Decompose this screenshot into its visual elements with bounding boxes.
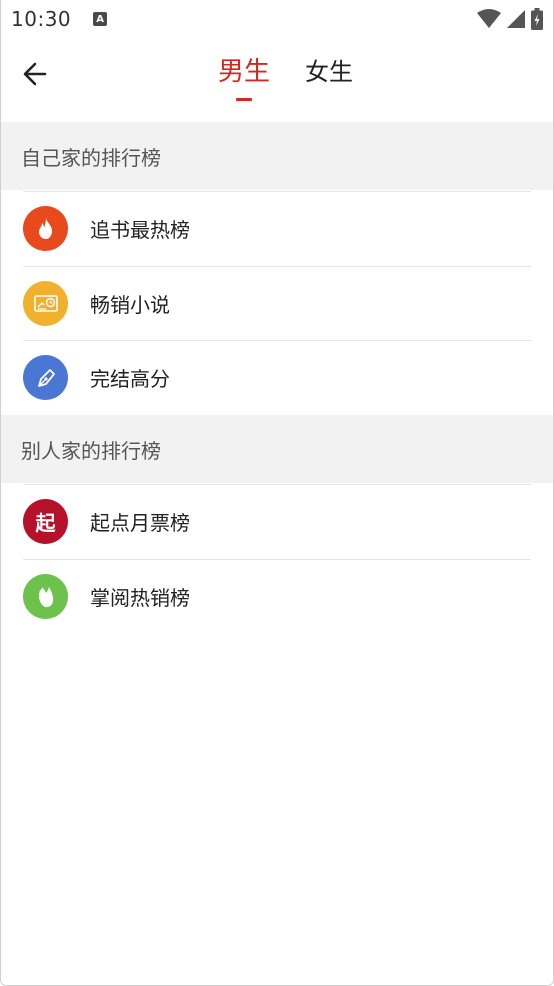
list-item-completed[interactable]: 完结高分 [1,340,553,415]
list-item-bestseller[interactable]: 畅销小说 [1,266,553,341]
sales-chart-icon [23,281,68,326]
divider [23,484,531,485]
list-item-qidian[interactable]: 起 起点月票榜 [1,484,553,559]
tab-male[interactable]: 男生 [218,54,270,90]
notification-badge-icon: A [93,12,108,26]
list-item-label: 完结高分 [90,367,170,391]
status-bar: 10:30 A [1,0,553,38]
divider [23,559,531,560]
leaf-icon [23,574,68,619]
divider [23,191,531,192]
divider [23,340,531,341]
qidian-logo-icon: 起 [23,499,68,544]
list-item-label: 追书最热榜 [90,218,190,242]
list-item-zhangyue[interactable]: 掌阅热销榜 [1,559,553,634]
list-item-label: 畅销小说 [90,293,170,317]
tab-female[interactable]: 女生 [305,54,353,90]
flame-icon [23,206,68,251]
pen-nib-icon [23,355,68,400]
status-icons [477,8,543,30]
divider [23,266,531,267]
battery-icon [531,8,543,30]
ranking-screen: 10:30 A 男生 女生 自己家的排行榜 追书最热榜 畅销小说 完结高分 别人… [0,0,554,986]
list-item-label: 起点月票榜 [90,511,190,535]
status-time: 10:30 [11,7,72,31]
section-header-others: 别人家的排行榜 [1,415,553,483]
header: 男生 女生 [1,38,553,122]
back-button[interactable] [15,54,55,94]
arrow-left-icon [23,62,47,86]
tab-indicator [236,98,252,101]
qidian-logo-text: 起 [35,511,56,535]
section-header-own: 自己家的排行榜 [1,122,553,190]
wifi-icon [477,9,501,28]
list-item-label: 掌阅热销榜 [90,586,190,610]
signal-icon [507,10,525,28]
list-item-hot[interactable]: 追书最热榜 [1,191,553,266]
